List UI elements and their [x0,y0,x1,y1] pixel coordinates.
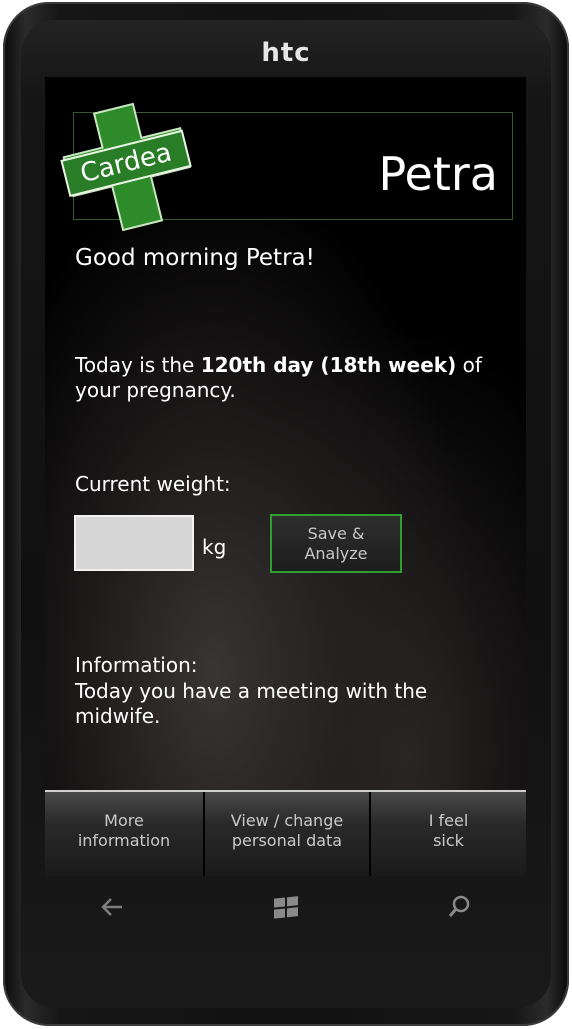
windows-start-icon[interactable] [271,891,301,921]
pregnancy-status: Today is the 120th day (18th week) of yo… [75,353,515,403]
more-information-button[interactable]: More information [45,792,205,876]
appbar-label-line1: View / change [230,811,344,830]
appbar-label-line2: information [77,831,171,850]
app-screen: Petra Cardea Good morning Petra! Today i… [45,77,526,876]
appbar-label-line2: sick [433,831,464,850]
green-cross-icon: Cardea [60,102,192,232]
cardea-logo: Cardea [60,102,192,232]
greeting-text: Good morning Petra! [75,245,315,271]
appbar-label-line2: personal data [231,831,343,850]
save-analyze-button[interactable]: Save & Analyze [270,514,402,573]
view-change-personal-data-button[interactable]: View / change personal data [205,792,371,876]
i-feel-sick-button[interactable]: I feel sick [371,792,526,876]
pregnancy-prefix: Today is the [75,353,201,377]
pregnancy-day-week: 120th day (18th week) [200,353,457,377]
search-icon[interactable] [446,893,472,921]
save-button-line2: Analyze [304,544,368,563]
brand-logo: htc [261,38,311,68]
appbar-label-line1: More [104,811,144,830]
back-icon[interactable] [98,893,126,921]
weight-unit: kg [202,535,227,559]
appbar-label-line1: I feel [428,811,469,830]
app-bar: More information View / change personal … [45,790,526,876]
information-section: Information: Today you have a meeting wi… [75,653,515,730]
weight-label: Current weight: [75,472,231,496]
information-text: Today you have a meeting with the midwif… [75,678,428,729]
save-button-line1: Save & [307,524,365,543]
user-name-title: Petra [378,147,498,201]
weight-input[interactable] [74,515,194,571]
information-title: Information: [75,653,198,677]
